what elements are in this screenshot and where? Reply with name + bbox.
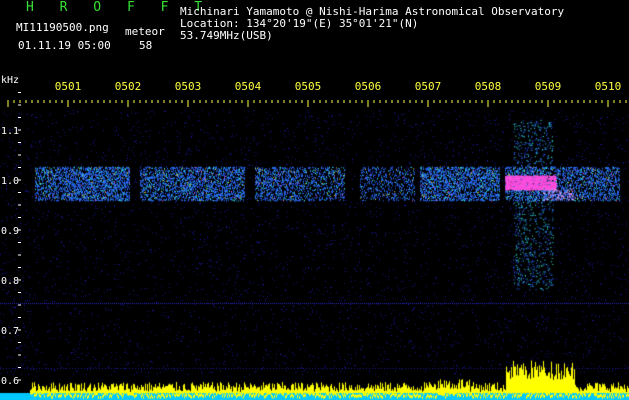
image-filename: MI11190500.png <box>16 21 109 34</box>
x-tick-label: 0505 <box>295 80 322 93</box>
x-tick-label: 0502 <box>115 80 142 93</box>
x-tick-label: 0510 <box>595 80 622 93</box>
x-tick-label: 0508 <box>475 80 502 93</box>
datetime-label: 01.11.19 05:00 <box>18 39 111 52</box>
x-tick-label: 0503 <box>175 80 202 93</box>
y-tick-label: 1.1 <box>1 126 19 137</box>
y-tick-label: 1.0 <box>1 176 19 187</box>
x-tick-label: 0506 <box>355 80 382 93</box>
y-tick-label: 0.6 <box>1 376 19 387</box>
frequency-label: 53.749MHz(USB) <box>180 29 273 42</box>
y-axis-unit: kHz <box>1 75 19 86</box>
y-tick-label: 0.9 <box>1 226 19 237</box>
y-tick-label: 0.8 <box>1 276 19 287</box>
x-tick-label: 0507 <box>415 80 442 93</box>
x-tick-label: 0504 <box>235 80 262 93</box>
meteor-count: 58 <box>139 39 153 52</box>
spectrogram-axes: 1.1 1.0 0.9 0.8 0.7 0.6 kHz 0501 0502 0503 0504 050… <box>1 75 627 387</box>
x-tick-label: 0501 <box>55 80 82 93</box>
meteor-label: meteor <box>125 25 165 38</box>
x-tick-label: 0509 <box>535 80 562 93</box>
y-tick-label: 0.7 <box>1 326 19 337</box>
